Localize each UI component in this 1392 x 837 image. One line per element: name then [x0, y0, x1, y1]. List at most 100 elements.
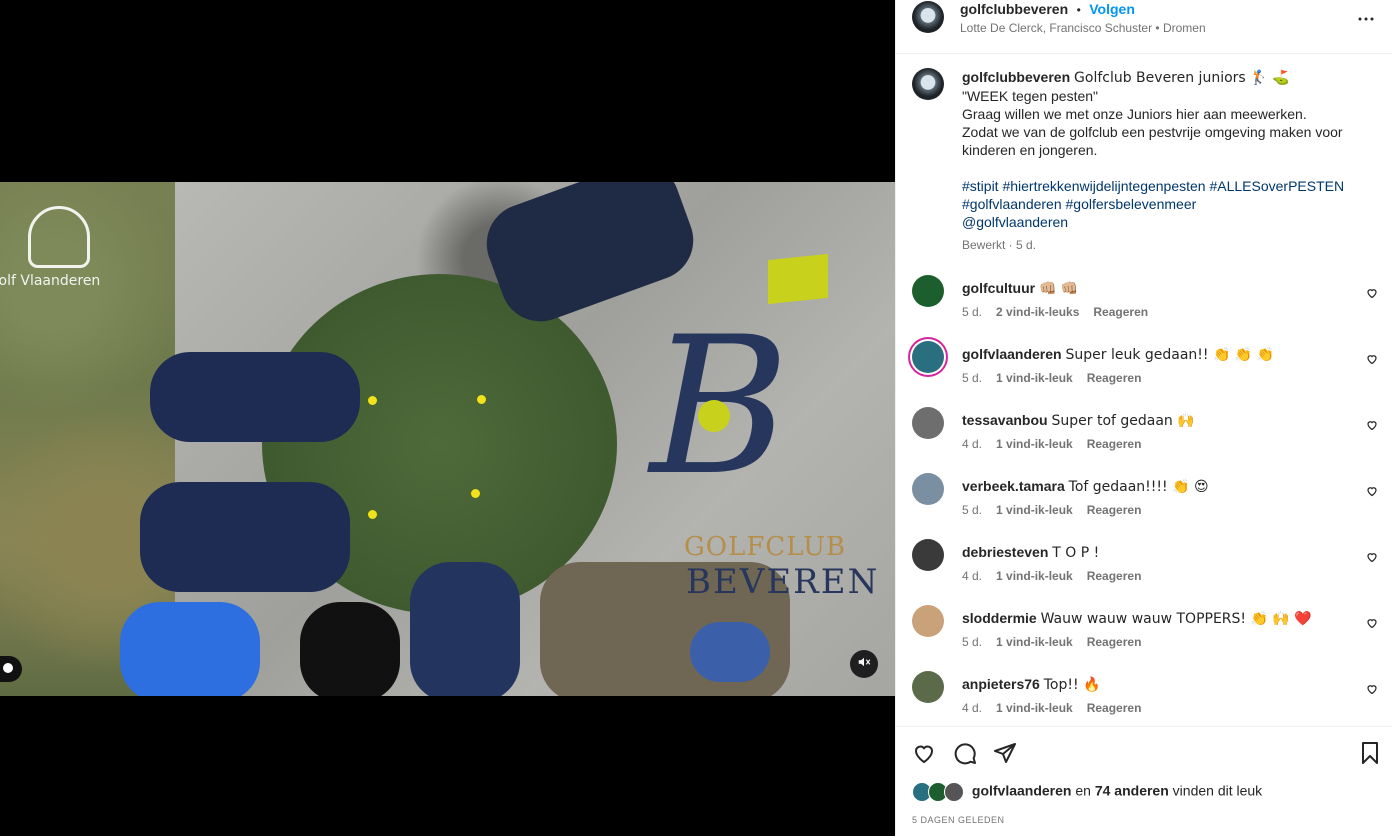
likes-user[interactable]: golfvlaanderen	[972, 783, 1072, 799]
comment-like-heart-icon[interactable]	[1366, 550, 1378, 563]
comment-reply-button[interactable]: Reageren	[1093, 305, 1148, 319]
comment-reply-button[interactable]: Reageren	[1087, 371, 1142, 385]
comment-time[interactable]: 4 d.	[962, 701, 982, 715]
commenter-username[interactable]: verbeek.tamara	[962, 478, 1065, 494]
comment-likes[interactable]: 1 vind-ik-leuk	[996, 569, 1073, 583]
caption-line-2: "WEEK tegen pesten"	[962, 88, 1099, 104]
comment-meta: 4 d. 1 vind-ik-leuk Reageren	[962, 569, 1141, 583]
commenter-avatar[interactable]	[912, 539, 944, 571]
caption-line-4: Zodat we van de golfclub een pestvrije o…	[962, 124, 1343, 158]
comment-icon[interactable]	[953, 741, 977, 765]
comment-row: tessavanbou Super tof gedaan 🙌 4 d. 1 vind…	[912, 407, 1382, 463]
commenter-avatar[interactable]	[912, 671, 944, 703]
comment-like-heart-icon[interactable]	[1366, 484, 1378, 497]
comment-meta: 5 d. 2 vind-ik-leuks Reageren	[962, 305, 1148, 319]
caption-edited-time: Bewerkt · 5 d.	[962, 238, 1037, 252]
liker-avatars	[912, 782, 964, 802]
instagram-post-view: B GOLFCLUB BEVEREN Golf Vlaanderen golfc…	[0, 0, 1392, 836]
commenter-username[interactable]: golfcultuur	[962, 280, 1035, 296]
comment-body: golfcultuur 👊🏼 👊🏼	[962, 279, 1357, 298]
post-photo[interactable]: B GOLFCLUB BEVEREN Golf Vlaanderen	[0, 182, 895, 696]
beanie-hat	[690, 622, 770, 682]
comment-like-heart-icon[interactable]	[1366, 616, 1378, 629]
caption-author-avatar[interactable]	[912, 68, 944, 100]
comment-body: tessavanbou Super tof gedaan 🙌	[962, 411, 1357, 430]
comment-meta: 5 d. 1 vind-ik-leuk Reageren	[962, 371, 1141, 385]
comment-meta: 5 d. 1 vind-ik-leuk Reageren	[962, 635, 1141, 649]
comment-row: golfcultuur 👊🏼 👊🏼 5 d. 2 vind-ik-leuks Reag…	[912, 275, 1382, 331]
comment-meta: 5 d. 1 vind-ik-leuk Reageren	[962, 503, 1141, 517]
comment-like-heart-icon[interactable]	[1366, 286, 1378, 299]
likes-count[interactable]: 74 anderen	[1095, 783, 1169, 799]
golfer-icon	[28, 206, 90, 268]
comment-text: Super leuk gedaan!! 👏 👏 👏	[1065, 347, 1275, 363]
commenter-username[interactable]: tessavanbou	[962, 412, 1048, 428]
golf-vlaanderen-logo-text: Golf Vlaanderen	[0, 273, 101, 289]
comment-likes[interactable]: 1 vind-ik-leuk	[996, 371, 1073, 385]
commenter-username[interactable]: anpieters76	[962, 676, 1040, 692]
posted-time[interactable]: 5 DAGEN GELEDEN	[912, 815, 1005, 825]
golf-ball	[471, 489, 480, 498]
comment-reply-button[interactable]: Reageren	[1087, 635, 1142, 649]
comment-text: Tof gedaan!!!! 👏 😍	[1068, 479, 1209, 495]
comment-like-heart-icon[interactable]	[1366, 352, 1378, 365]
bookmark-icon[interactable]	[1358, 741, 1382, 765]
comment-time[interactable]: 4 d.	[962, 437, 982, 451]
audio-attribution[interactable]: Lotte De Clerck, Francisco Schuster • Dr…	[960, 21, 1206, 35]
caption-hashtags-2[interactable]: #golfvlaanderen #golfersbelevenmeer	[962, 196, 1196, 212]
comment-like-heart-icon[interactable]	[1366, 418, 1378, 431]
comment-likes[interactable]: 2 vind-ik-leuks	[996, 305, 1079, 319]
commenter-avatar[interactable]	[912, 341, 944, 373]
commenter-avatar[interactable]	[912, 473, 944, 505]
comment-time[interactable]: 5 d.	[962, 635, 982, 649]
caption-hashtags-1[interactable]: #stipit #hiertrekkenwijdelijntegenpesten…	[962, 178, 1344, 194]
post-header: golfclubbeveren • Volgen Lotte De Clerck…	[896, 0, 1392, 54]
comment-likes[interactable]: 1 vind-ik-leuk	[996, 701, 1073, 715]
comment-likes[interactable]: 1 vind-ik-leuk	[996, 503, 1073, 517]
commenter-avatar[interactable]	[912, 275, 944, 307]
comment-time[interactable]: 5 d.	[962, 305, 982, 319]
comment-time[interactable]: 5 d.	[962, 503, 982, 517]
comment-body: golfvlaanderen Super leuk gedaan!! 👏 👏 👏	[962, 345, 1357, 364]
send-icon[interactable]	[993, 741, 1017, 765]
club-watermark-line1: GOLFCLUB	[684, 532, 847, 562]
mute-icon[interactable]	[850, 650, 878, 678]
commenter-avatar[interactable]	[912, 605, 944, 637]
club-logo-dot	[698, 400, 730, 432]
comment-text: Wauw wauw wauw TOPPERS! 👏 🙌 ❤️	[1040, 611, 1312, 627]
person-left-1	[150, 352, 360, 442]
comment-text: Super tof gedaan 🙌	[1051, 413, 1195, 429]
comment-time[interactable]: 5 d.	[962, 371, 982, 385]
comment-row: sloddermie Wauw wauw wauw TOPPERS! 👏 🙌 ❤…	[912, 605, 1382, 661]
heart-icon[interactable]	[912, 741, 936, 765]
comment-body: anpieters76 Top!! 🔥	[962, 675, 1357, 694]
commenter-username[interactable]: golfvlaanderen	[962, 346, 1062, 362]
person-bottom-1	[300, 602, 400, 696]
author-username[interactable]: golfclubbeveren	[960, 1, 1068, 17]
commenter-username[interactable]: sloddermie	[962, 610, 1037, 626]
comment-likes[interactable]: 1 vind-ik-leuk	[996, 437, 1073, 451]
comment-text: 👊🏼 👊🏼	[1039, 281, 1079, 297]
comment-reply-button[interactable]: Reageren	[1087, 503, 1142, 517]
comment-likes[interactable]: 1 vind-ik-leuk	[996, 635, 1073, 649]
comment-like-heart-icon[interactable]	[1366, 682, 1378, 695]
commenter-username[interactable]: debriesteven	[962, 544, 1048, 560]
comment-time[interactable]: 4 d.	[962, 569, 982, 583]
caption-username[interactable]: golfclubbeveren	[962, 69, 1070, 85]
comment-reply-button[interactable]: Reageren	[1087, 701, 1142, 715]
more-options-icon[interactable]	[1357, 10, 1375, 34]
comment-reply-button[interactable]: Reageren	[1087, 437, 1142, 451]
commenter-avatar[interactable]	[912, 407, 944, 439]
caption-text: golfclubbeveren Golfclub Beveren juniors…	[962, 68, 1382, 231]
author-avatar[interactable]	[912, 1, 944, 33]
comment-reply-button[interactable]: Reageren	[1087, 569, 1142, 583]
likes-summary[interactable]: golfvlaanderen en 74 anderen vinden dit …	[912, 782, 1262, 802]
caption-mention[interactable]: @golfvlaanderen	[962, 214, 1068, 230]
comment-text: T O P !	[1052, 545, 1100, 561]
media-viewer[interactable]: B GOLFCLUB BEVEREN Golf Vlaanderen	[0, 0, 895, 836]
caption-line-3: Graag willen we met onze Juniors hier aa…	[962, 106, 1307, 122]
comment-body: sloddermie Wauw wauw wauw TOPPERS! 👏 🙌 ❤…	[962, 609, 1357, 628]
comment-meta: 4 d. 1 vind-ik-leuk Reageren	[962, 437, 1141, 451]
follow-button[interactable]: Volgen	[1089, 1, 1135, 17]
likes-middle: en	[1075, 782, 1091, 799]
